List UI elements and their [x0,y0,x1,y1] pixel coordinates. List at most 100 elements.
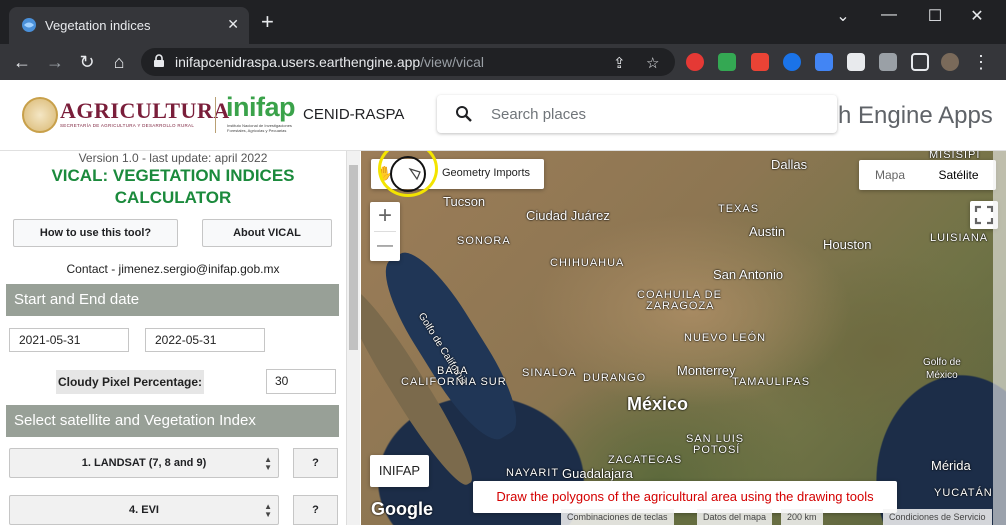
map-label: ZARAGOZA [646,300,715,312]
inifap-map-button[interactable]: INIFAP [370,455,429,487]
end-date-input[interactable]: 2022-05-31 [145,328,265,352]
browser-toolbar: ← → ↻ ⌂ inifapcenidraspa.users.earthengi… [0,44,1006,80]
close-window-button[interactable]: ✕ [962,6,992,26]
bookmark-star-icon[interactable]: ☆ [646,54,659,72]
satellite-select[interactable]: 1. LANDSAT (7, 8 and 9) ▲ ▼ [9,448,279,478]
map-label: Guadalajara [562,466,633,481]
extensions-puzzle-icon[interactable] [847,53,865,71]
map-label: Monterrey [677,363,736,378]
map-label: TEXAS [718,203,760,215]
extension-blue-icon[interactable] [815,53,833,71]
scale-label: 200 km [781,509,823,525]
inifap-subtitle: Instituto Nacional de Investigaciones Fo… [227,123,292,133]
tab-search-icon[interactable]: ⌄ [828,6,858,26]
map-label: NAYARIT [506,467,560,479]
minimize-button[interactable]: — [874,6,904,24]
browser-tabstrip: Vegetation indices ✕ + ⌄ — ☐ ✕ [0,0,1006,44]
about-vical-button[interactable]: About VICAL [202,219,332,247]
agricultura-subtitle: SECRETARÍA DE AGRICULTURA Y DESARROLLO R… [60,123,195,128]
map-label: Houston [823,237,872,252]
maximize-button[interactable]: ☐ [920,6,950,26]
map-label: México [627,394,689,414]
map-view[interactable]: Ph Dallas MISISIPI Tucson Ciudad Juárez … [361,151,1006,525]
tab-title: Vegetation indices [45,18,151,33]
extension-red-icon[interactable] [686,53,704,71]
map-label: Tucson [443,194,486,209]
agricultura-logo-text: AGRICULTURA [60,98,230,123]
map-label: YUCATÁN [934,487,993,499]
ink-annotation [390,156,426,192]
search-places-input[interactable] [491,104,821,124]
map-label: Austin [749,224,786,239]
control-panel: Version 1.0 - last update: april 2022 VI… [0,151,346,525]
map-label: CHIHUAHUA [550,257,625,269]
tab-close-icon[interactable]: ✕ [227,16,239,33]
page-scrollbar[interactable] [993,151,1006,525]
profile-avatar[interactable] [941,53,959,71]
panel-scrollbar-thumb[interactable] [349,165,358,350]
header-divider [215,97,216,133]
app-header: AGRICULTURA SECRETARÍA DE AGRICULTURA Y … [0,80,1006,151]
app-title: VICAL: VEGETATION INDICES CALCULATOR [51,166,295,207]
zoom-in-button[interactable]: + [370,202,400,231]
url-text: inifapcenidraspa.users.earthengine.app/v… [175,54,484,70]
select-arrows-icon: ▲ ▼ [264,502,272,519]
mexico-seal-logo [22,97,58,133]
forward-icon[interactable]: → [44,51,66,73]
map-label: SONORA [457,235,511,247]
map-label: CALIFORNIA SUR [401,376,507,388]
version-text: Version 1.0 - last update: april 2022 [78,151,268,165]
satellite-help-button[interactable]: ? [293,448,338,478]
select-arrows-icon: ▲ ▼ [264,455,272,472]
map-label: San Antonio [713,267,784,282]
back-icon[interactable]: ← [11,51,33,73]
map-type-map-button[interactable]: Mapa [859,160,921,190]
share-icon[interactable]: ⇪ [613,54,626,72]
how-to-use-button[interactable]: How to use this tool? [13,219,178,247]
browser-tab[interactable]: Vegetation indices ✕ [9,7,249,44]
lock-icon[interactable] [153,54,165,73]
vegetation-index-select[interactable]: 4. EVI ▲ ▼ [9,495,279,525]
extension-mega-icon[interactable] [751,53,769,71]
address-bar[interactable]: inifapcenidraspa.users.earthengine.app/v… [141,48,675,76]
side-panel-icon[interactable] [911,53,929,71]
map-label: Mérida [931,458,971,473]
index-help-button[interactable]: ? [293,495,338,525]
earth-engine-favicon-icon [21,17,37,33]
geometry-imports-button[interactable]: Geometry Imports [442,167,530,179]
cloudy-pixel-input[interactable]: 30 [266,369,336,394]
cloudy-pixel-label: Cloudy Pixel Percentage: [56,370,204,394]
panel-scrollbar[interactable] [346,151,360,525]
map-label: Golfo de [923,357,961,368]
media-control-icon[interactable] [879,53,897,71]
contact-text: Contact - jimenez.sergio@inifap.gob.mx [66,262,280,276]
home-icon[interactable]: ⌂ [108,51,130,73]
zoom-control: + — [370,202,400,261]
cenid-label: CENID-RASPA [303,106,405,123]
map-label: ZACATECAS [608,454,683,466]
map-label: Ciudad Juárez [526,208,610,223]
extension-drop-icon[interactable] [783,53,801,71]
start-date-input[interactable]: 2021-05-31 [9,328,129,352]
browser-menu-icon[interactable]: ⋮ [970,51,992,73]
map-label: POTOSÍ [693,444,741,456]
reload-icon[interactable]: ↻ [76,51,98,73]
map-type-control: Mapa Satélite [859,160,996,190]
instruction-message: Draw the polygons of the agricultural ar… [473,481,897,513]
terms-link[interactable]: Condiciones de Servicio [883,509,992,525]
map-type-satellite-button[interactable]: Satélite [921,160,996,190]
map-label: LUISIANA [930,232,989,244]
google-logo: Google [371,499,433,519]
zoom-out-button[interactable]: — [370,232,400,261]
map-data-link[interactable]: Datos del mapa [697,509,773,525]
new-tab-button[interactable]: + [261,11,274,33]
map-label: TAMAULIPAS [732,376,811,388]
search-places-box[interactable] [437,95,837,133]
earth-engine-apps-title: h Engine Apps [838,102,993,129]
inifap-logo-text: inifap [226,92,296,122]
extension-mail-icon[interactable] [718,53,736,71]
map-label: Dallas [771,157,808,172]
search-icon [455,105,473,128]
section-dates-header: Start and End date [6,284,339,316]
keyboard-shortcuts-link[interactable]: Combinaciones de teclas [561,509,674,525]
